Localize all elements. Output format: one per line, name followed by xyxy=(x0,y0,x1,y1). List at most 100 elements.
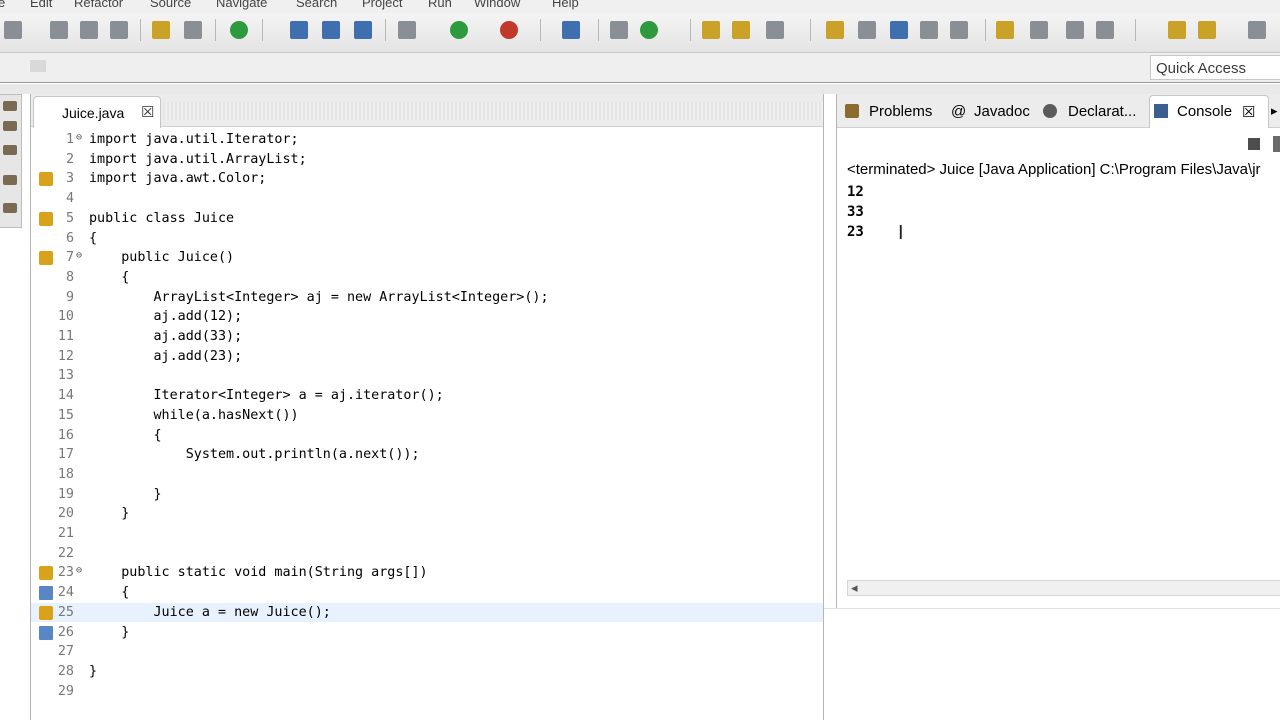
scroll-left-icon[interactable]: ◂ xyxy=(851,580,858,596)
line-number: 23 xyxy=(57,565,74,581)
task-list-icon[interactable] xyxy=(3,203,17,213)
new-icon[interactable] xyxy=(4,21,22,39)
menu-search[interactable]: Search xyxy=(296,0,337,10)
code-line[interactable]: 4 xyxy=(31,189,823,209)
forward-history-icon[interactable] xyxy=(1066,21,1084,39)
console-status-line: <terminated> Juice [Java Application] C:… xyxy=(847,161,1261,178)
code-line[interactable]: 16 { xyxy=(31,426,823,446)
block-selection-icon[interactable] xyxy=(890,21,908,39)
tab-problems[interactable]: Problems xyxy=(869,103,932,120)
code-line[interactable]: 10 aj.add(12); xyxy=(31,307,823,327)
open-task-icon[interactable] xyxy=(322,21,340,39)
restore-icon[interactable] xyxy=(3,101,17,111)
search-icon[interactable] xyxy=(354,21,372,39)
save-icon[interactable] xyxy=(50,21,68,39)
next-icon[interactable] xyxy=(1248,21,1266,39)
save-all-icon[interactable] xyxy=(80,21,98,39)
print-icon[interactable] xyxy=(110,21,128,39)
menu-help[interactable]: Help xyxy=(552,0,579,10)
last-edit-icon[interactable] xyxy=(1030,21,1048,39)
forward-icon[interactable] xyxy=(1198,21,1216,39)
code-line[interactable]: 17 System.out.println(a.next()); xyxy=(31,445,823,465)
code-line[interactable]: 8 { xyxy=(31,268,823,288)
terminate-icon[interactable] xyxy=(1248,138,1260,150)
open-declaration-icon[interactable] xyxy=(562,21,580,39)
code-line[interactable]: 23 ⊖ public static void main(String args[… xyxy=(31,563,823,583)
remove-launch-icon[interactable] xyxy=(1273,136,1280,152)
code-text: { xyxy=(89,230,98,246)
code-line[interactable]: 3 import java.awt.Color; xyxy=(31,169,823,189)
close-icon[interactable]: ☒ xyxy=(141,103,154,121)
hierarchy-icon[interactable] xyxy=(3,145,17,155)
toolbar-separator xyxy=(690,19,691,41)
external-tools-icon[interactable] xyxy=(500,21,518,39)
quick-access-input[interactable]: Quick Access xyxy=(1150,55,1280,80)
code-line[interactable]: 2 import java.util.ArrayList; xyxy=(31,150,823,170)
code-line[interactable]: 26 } xyxy=(31,623,823,643)
toolbar-separator xyxy=(140,19,141,41)
package-explorer-icon[interactable] xyxy=(3,121,17,131)
tab-declaration[interactable]: Declarat... xyxy=(1068,103,1136,120)
tab-javadoc[interactable]: Javadoc xyxy=(974,103,1030,120)
code-line[interactable]: 9 ArrayList<Integer> aj = new ArrayList<… xyxy=(31,288,823,308)
menu-refactor[interactable]: Refactor xyxy=(74,0,123,10)
fold-toggle-icon[interactable]: ⊖ xyxy=(76,132,82,143)
build-icon[interactable] xyxy=(152,21,170,39)
code-line[interactable]: 27 xyxy=(31,642,823,662)
task-icon[interactable] xyxy=(230,21,248,39)
code-text: Juice a = new Juice(); xyxy=(89,604,331,620)
code-line[interactable]: 11 aj.add(33); xyxy=(31,327,823,347)
word-wrap-icon[interactable] xyxy=(920,21,938,39)
debug-icon[interactable] xyxy=(398,21,416,39)
fold-toggle-icon[interactable]: ⊖ xyxy=(76,250,82,261)
toggle-mark-icon[interactable] xyxy=(826,21,844,39)
code-line[interactable]: 19 } xyxy=(31,485,823,505)
code-line[interactable]: 20 } xyxy=(31,504,823,524)
next-edit-icon[interactable] xyxy=(996,21,1014,39)
menu-run[interactable]: Run xyxy=(428,0,452,10)
tab-console[interactable]: Console xyxy=(1177,103,1232,120)
fold-toggle-icon[interactable]: ⊖ xyxy=(76,565,82,576)
outline-icon[interactable] xyxy=(3,175,17,185)
code-line[interactable]: 14 Iterator<Integer> a = aj.iterator(); xyxy=(31,386,823,406)
line-number: 1 xyxy=(65,132,74,147)
code-line[interactable]: 5 public class Juice xyxy=(31,209,823,229)
breadcrumb-icon[interactable] xyxy=(858,21,876,39)
menu-window[interactable]: Window xyxy=(474,0,520,10)
back-history-icon[interactable] xyxy=(1096,21,1114,39)
run-icon[interactable] xyxy=(450,21,468,39)
close-icon[interactable]: ☒ xyxy=(1242,103,1255,121)
editor-tab-juice-java[interactable]: Juice.java ☒ xyxy=(33,96,161,128)
back-icon[interactable] xyxy=(1168,21,1186,39)
code-line[interactable]: 6{ xyxy=(31,229,823,249)
show-whitespace-icon[interactable] xyxy=(950,21,968,39)
console-output[interactable]: 12 33 23 xyxy=(847,184,864,244)
build-all-icon[interactable] xyxy=(184,21,202,39)
code-line[interactable]: 18 xyxy=(31,465,823,485)
code-line[interactable]: 7 ⊖ public Juice() xyxy=(31,248,823,268)
menu-navigate[interactable]: Navigate xyxy=(216,0,267,10)
code-line[interactable]: 13 xyxy=(31,366,823,386)
console-icon xyxy=(1154,104,1168,118)
code-line[interactable]: 1 ⊖ import java.util.Iterator; xyxy=(31,130,823,150)
code-line[interactable]: 21 xyxy=(31,524,823,544)
code-line[interactable]: 15 while(a.hasNext()) xyxy=(31,406,823,426)
new-class-icon[interactable] xyxy=(640,21,658,39)
code-line[interactable]: 22 xyxy=(31,544,823,564)
pin-editor-icon[interactable] xyxy=(766,21,784,39)
menu-file[interactable]: e xyxy=(0,0,5,10)
annotation-icon[interactable] xyxy=(702,21,720,39)
menu-source[interactable]: Source xyxy=(150,0,191,10)
code-line[interactable]: 28} xyxy=(31,662,823,682)
code-line[interactable]: 25 Juice a = new Juice(); xyxy=(31,602,823,623)
menu-project[interactable]: Project xyxy=(362,0,402,10)
next-annotation-icon[interactable] xyxy=(732,21,750,39)
menu-edit[interactable]: Edit xyxy=(30,0,52,10)
code-line[interactable]: 24 { xyxy=(31,583,823,603)
view-menu-icon[interactable]: ▸ xyxy=(1271,103,1278,119)
open-type-icon[interactable] xyxy=(290,21,308,39)
code-line[interactable]: 29 xyxy=(31,682,823,702)
code-line[interactable]: 12 aj.add(23); xyxy=(31,347,823,367)
horizontal-scrollbar[interactable]: ◂ xyxy=(847,580,1280,596)
java-perspective-icon[interactable] xyxy=(610,21,628,39)
